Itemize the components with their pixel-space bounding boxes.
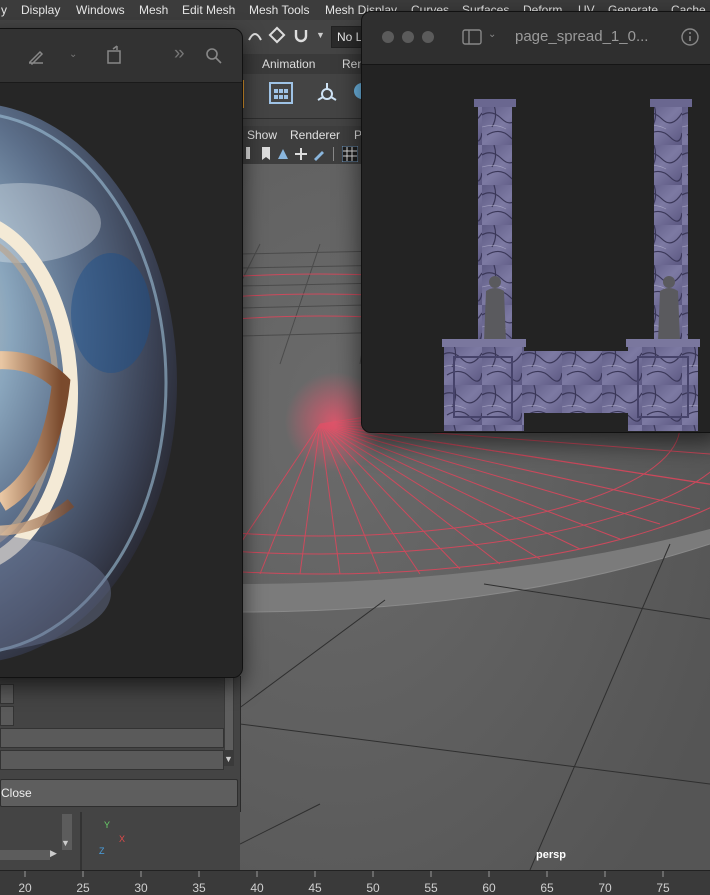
scroll-down-icon[interactable]: ▼ bbox=[224, 754, 233, 764]
menu-item[interactable]: y bbox=[1, 3, 7, 17]
tick-label: 60 bbox=[482, 881, 496, 895]
chevron-down-icon[interactable]: ⌄ bbox=[69, 49, 77, 60]
preview-window-right[interactable]: ⌄ page_spread_1_0... bbox=[361, 11, 710, 433]
menu-windows[interactable]: Windows bbox=[76, 3, 125, 17]
tick-label: 45 bbox=[308, 881, 322, 895]
panel-divider bbox=[80, 812, 82, 870]
scroll-down-icon[interactable]: ▼ bbox=[61, 838, 70, 848]
panel-toolbar bbox=[240, 144, 370, 164]
camera-bookmark-icon[interactable] bbox=[260, 147, 272, 161]
dialog-scrollbar[interactable]: ▼ bbox=[224, 676, 234, 766]
scroll-right-icon[interactable]: ▶ bbox=[50, 848, 57, 859]
swatch-row[interactable] bbox=[0, 706, 14, 726]
render-settings-icon[interactable] bbox=[268, 80, 294, 106]
time-slider[interactable]: 20 25 30 35 40 45 50 55 60 65 70 75 bbox=[0, 870, 710, 895]
tick-label: 55 bbox=[424, 881, 438, 895]
camera-label: persp bbox=[536, 849, 566, 861]
snap-to-curve-icon[interactable] bbox=[246, 26, 264, 44]
zoom-window-button[interactable] bbox=[422, 31, 434, 43]
tab-animation[interactable]: Animation bbox=[262, 57, 315, 71]
pencil-icon[interactable] bbox=[312, 147, 326, 161]
chrome-sphere-image bbox=[0, 83, 242, 677]
swatch-row[interactable] bbox=[0, 684, 14, 704]
close-button-label: Close bbox=[1, 786, 32, 800]
axis-z-label: Z bbox=[99, 846, 105, 856]
camera-light-icon[interactable] bbox=[314, 80, 340, 106]
titlebar[interactable]: ⌄ » bbox=[0, 29, 242, 83]
option-field[interactable] bbox=[0, 728, 224, 748]
snap-to-point-icon[interactable] bbox=[268, 26, 286, 44]
titlebar[interactable]: ⌄ page_spread_1_0... bbox=[362, 12, 710, 65]
tick-label: 75 bbox=[656, 881, 670, 895]
search-icon[interactable] bbox=[205, 47, 223, 65]
menu-mesh-tools[interactable]: Mesh Tools bbox=[249, 3, 309, 17]
more-icon[interactable]: » bbox=[174, 43, 185, 65]
rotate-icon[interactable] bbox=[105, 45, 123, 65]
minimize-window-button[interactable] bbox=[402, 31, 414, 43]
attribute-dialog: ▼ Close bbox=[0, 676, 241, 812]
divider-icon bbox=[333, 147, 334, 161]
panel-menu-show[interactable]: Show bbox=[247, 128, 277, 142]
shelf-row bbox=[240, 74, 370, 119]
tick-label: 25 bbox=[76, 881, 90, 895]
tick-label: 65 bbox=[540, 881, 554, 895]
shelf-tabs: Animation Ren bbox=[240, 54, 370, 74]
h-scrollbar[interactable] bbox=[0, 850, 50, 860]
live-field-text: No L bbox=[337, 30, 363, 44]
panel-menu-renderer[interactable]: Renderer bbox=[290, 128, 340, 142]
tick-label: 50 bbox=[366, 881, 380, 895]
select-camera-icon[interactable] bbox=[276, 147, 290, 161]
preview-window-left[interactable]: ⌄ » bbox=[0, 28, 243, 678]
tick-label: 30 bbox=[134, 881, 148, 895]
option-field[interactable] bbox=[0, 750, 224, 770]
markup-pen-icon[interactable] bbox=[27, 47, 45, 65]
menu-edit-mesh[interactable]: Edit Mesh bbox=[182, 3, 235, 17]
dropdown-arrow-icon[interactable]: ▼ bbox=[316, 30, 325, 40]
close-window-button[interactable] bbox=[382, 31, 394, 43]
track-tool-icon[interactable] bbox=[294, 147, 308, 161]
axis-x-label: X bbox=[119, 834, 126, 844]
bookmark-icon[interactable] bbox=[246, 147, 258, 161]
window-title: page_spread_1_0... bbox=[515, 28, 649, 45]
sidebar-icon[interactable] bbox=[462, 29, 482, 45]
grid-toggle-icon[interactable] bbox=[342, 146, 358, 162]
menu-mesh[interactable]: Mesh bbox=[139, 3, 168, 17]
chevron-down-icon[interactable]: ⌄ bbox=[488, 29, 496, 40]
left-panel-bottom: ▼ ▶ bbox=[0, 812, 80, 870]
tick-label: 35 bbox=[192, 881, 206, 895]
panel-menu-bar: Show Renderer P bbox=[240, 126, 370, 144]
tick-label: 20 bbox=[18, 881, 32, 895]
tick-marks bbox=[24, 871, 664, 877]
menu-display[interactable]: Display bbox=[21, 3, 60, 17]
marble-columns-image bbox=[362, 65, 710, 432]
tick-label: 40 bbox=[250, 881, 264, 895]
magnet-icon[interactable] bbox=[292, 26, 310, 44]
info-icon[interactable] bbox=[681, 28, 699, 46]
tick-label: 70 bbox=[598, 881, 612, 895]
axis-y-label: Y bbox=[104, 820, 111, 830]
close-button[interactable]: Close bbox=[0, 779, 238, 807]
